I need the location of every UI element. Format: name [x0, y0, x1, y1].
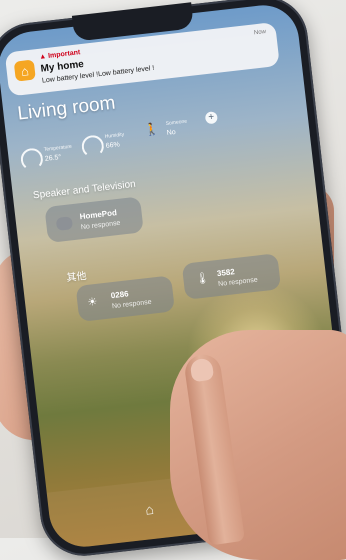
room-title: Living room — [16, 92, 117, 125]
fingernail — [189, 357, 215, 383]
homepod-name: HomePod — [79, 208, 118, 222]
home-icon[interactable]: ⌂ — [144, 501, 154, 518]
temperature-value: 26.5° — [44, 154, 62, 163]
notification-title: My home — [40, 58, 85, 75]
homepod-icon — [55, 216, 74, 231]
light-name: 0286 — [110, 289, 130, 301]
add-button[interactable]: + — [204, 111, 218, 125]
light-tile[interactable]: ☀ 0286 No response — [75, 275, 175, 322]
thermometer-icon: 🌡 — [194, 272, 211, 286]
humidity-value: 66% — [105, 141, 121, 150]
occupancy-value: No — [166, 128, 177, 137]
home-app-icon: ⌂ — [13, 59, 36, 82]
homepod-tile[interactable]: HomePod No response — [44, 196, 144, 243]
humidity-label: Humidity — [104, 131, 125, 140]
light-bulb-icon: ☀ — [86, 295, 98, 309]
light-status: No response — [111, 298, 152, 311]
thermometer-name: 3582 — [216, 267, 236, 279]
photo-scene: ⌂ ▲ Important My home Low battery level … — [0, 0, 346, 560]
notification-important-text: Important — [47, 49, 81, 60]
section-other: 其他 — [65, 270, 88, 285]
notification-time: Now — [253, 29, 267, 37]
walking-person-icon: 🚶 — [143, 121, 160, 138]
homepod-status: No response — [80, 219, 121, 232]
temperature-gauge-icon — [19, 147, 45, 172]
occupancy-label: Someone — [165, 118, 188, 127]
temperature-label: Temperature — [43, 143, 73, 153]
thermometer-status: No response — [217, 276, 259, 289]
humidity-gauge-icon — [80, 134, 105, 159]
